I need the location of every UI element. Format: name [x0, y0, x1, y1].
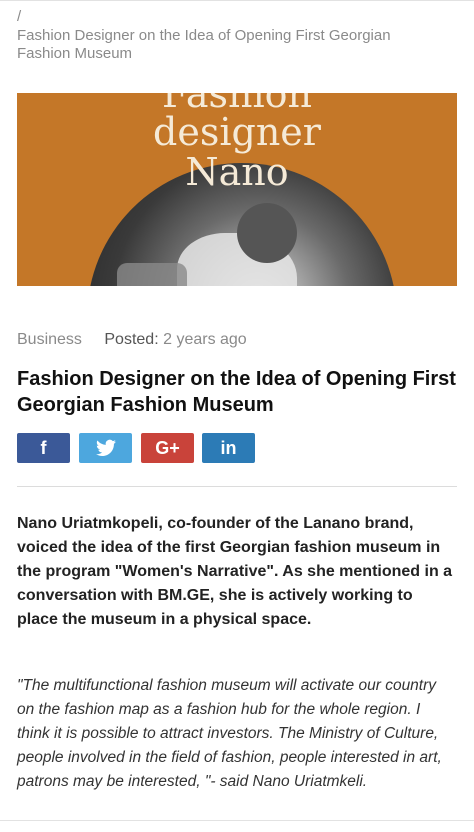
posted-value: 2 years ago	[163, 331, 247, 348]
article-title: Fashion Designer on the Idea of Opening …	[17, 368, 456, 416]
top-divider	[0, 0, 474, 1]
breadcrumb-separator: /	[17, 8, 22, 25]
hero-line-3: Nano	[185, 150, 289, 194]
bottom-divider	[0, 820, 474, 821]
share-facebook-button[interactable]: f	[17, 433, 70, 463]
share-twitter-button[interactable]	[79, 433, 132, 463]
twitter-icon	[95, 439, 116, 456]
posted-label: Posted:	[104, 331, 159, 348]
hero-line-2: designer	[153, 110, 321, 154]
share-googleplus-button[interactable]: G+	[141, 433, 194, 463]
article-quote: "The multifunctional fashion museum will…	[17, 677, 442, 790]
hero-image: Fashion designer Nano	[17, 93, 457, 286]
article-meta: Business Posted: 2 years ago	[17, 331, 247, 349]
share-linkedin-button[interactable]: in	[202, 433, 255, 463]
breadcrumb-current: Fashion Designer on the Idea of Opening …	[17, 27, 391, 62]
article-lead: Nano Uriatmkopeli, co-founder of the Lan…	[17, 515, 453, 628]
content-divider	[17, 486, 457, 487]
google-plus-icon: G+	[155, 438, 180, 458]
linkedin-icon: in	[220, 438, 237, 458]
facebook-icon: f	[40, 438, 47, 458]
category-link[interactable]: Business	[17, 331, 82, 348]
